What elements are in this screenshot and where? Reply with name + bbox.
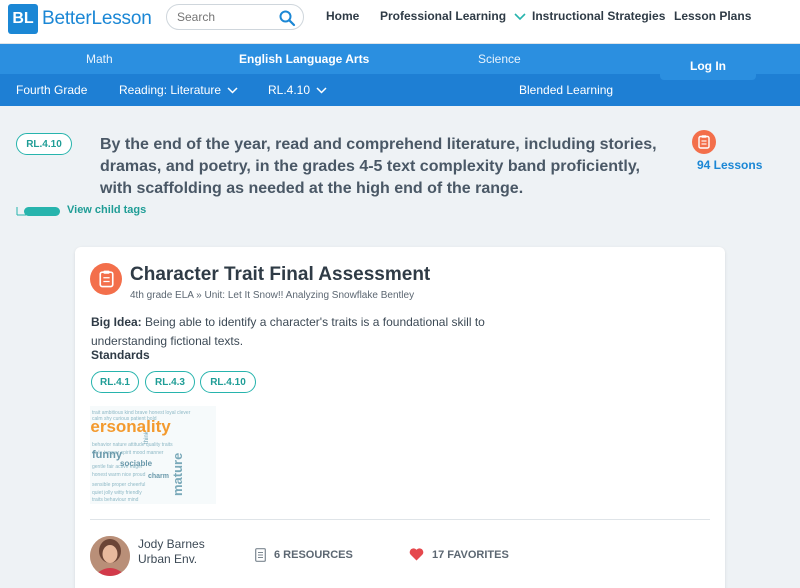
- search-box: [166, 4, 304, 30]
- nav-professional-learning[interactable]: Professional Learning: [380, 9, 526, 23]
- svg-text:behavior nature attitude quali: behavior nature attitude quality traits: [92, 442, 173, 448]
- subject-ela[interactable]: English Language Arts: [239, 52, 369, 66]
- crumb-standard-label: RL.4.10: [268, 83, 311, 97]
- favorites-count[interactable]: 17 FAVORITES: [409, 548, 509, 561]
- login-button[interactable]: Log In: [660, 44, 756, 80]
- document-icon: [255, 548, 266, 562]
- lesson-thumbnail[interactable]: trait ambitious kind brave honest loyal …: [90, 406, 216, 504]
- nav-home[interactable]: Home: [326, 9, 359, 23]
- toggle-switch-icon[interactable]: [16, 205, 60, 217]
- search-input[interactable]: [177, 10, 277, 24]
- crumb-grade[interactable]: Fourth Grade: [16, 83, 87, 97]
- lesson-icon: [692, 130, 716, 154]
- search-icon[interactable]: [278, 9, 296, 27]
- chevron-down-icon: [514, 13, 526, 20]
- big-idea-label: Big Idea:: [91, 315, 142, 329]
- standard-pill[interactable]: RL.4.10: [200, 371, 256, 393]
- svg-text:quiet jolly witty friendly: quiet jolly witty friendly: [92, 490, 142, 496]
- standards-label: Standards: [91, 348, 150, 362]
- top-navbar: BL BetterLesson Home Professional Learni…: [0, 0, 800, 44]
- lesson-subtitle: 4th grade ELA » Unit: Let It Snow!! Anal…: [130, 290, 415, 301]
- favorites-label: 17 FAVORITES: [432, 548, 509, 561]
- crumb-strand-label: Reading: Literature: [119, 83, 222, 97]
- svg-text:sensible proper cheerful: sensible proper cheerful: [92, 482, 145, 488]
- standard-tag[interactable]: RL.4.10: [16, 133, 72, 155]
- svg-text:sociable: sociable: [120, 459, 153, 468]
- crumb-strand[interactable]: Reading: Literature: [119, 83, 238, 97]
- logo-text: BetterLesson: [42, 8, 152, 29]
- heart-icon: [409, 548, 424, 561]
- big-idea-text: Being able to identify a character's tra…: [91, 315, 485, 348]
- subject-science[interactable]: Science: [478, 52, 521, 66]
- svg-text:charm: charm: [148, 473, 169, 480]
- standard-pill[interactable]: RL.4.3: [145, 371, 195, 393]
- standard-pill[interactable]: RL.4.1: [91, 371, 139, 393]
- subject-math[interactable]: Math: [86, 52, 113, 66]
- author-info: Jody Barnes Urban Env.: [138, 537, 205, 567]
- resources-label: 6 RESOURCES: [274, 549, 353, 561]
- chevron-down-icon: [316, 86, 327, 94]
- crumb-standard[interactable]: RL.4.10: [268, 83, 327, 97]
- thumbnail-word: personality: [90, 417, 171, 436]
- svg-text:mature: mature: [170, 453, 185, 496]
- chevron-down-icon: [227, 86, 238, 94]
- nav-lesson-plans[interactable]: Lesson Plans: [674, 9, 751, 23]
- author-name[interactable]: Jody Barnes: [138, 537, 205, 552]
- big-idea: Big Idea: Being able to identify a chara…: [91, 313, 531, 351]
- nav-instructional-strategies[interactable]: Instructional Strategies: [532, 9, 665, 23]
- standard-description: By the end of the year, read and compreh…: [100, 136, 657, 197]
- svg-text:funny: funny: [92, 449, 123, 461]
- nav-professional-learning-label: Professional Learning: [380, 9, 507, 23]
- lesson-icon: [90, 263, 122, 295]
- brand-logo[interactable]: BL BetterLesson: [8, 4, 152, 34]
- logo-mark: BL: [8, 4, 38, 34]
- resources-count[interactable]: 6 RESOURCES: [255, 548, 353, 562]
- svg-text:traits behaviour mind: traits behaviour mind: [92, 497, 139, 503]
- author-school: Urban Env.: [138, 552, 198, 566]
- lessons-count[interactable]: 94 Lessons: [697, 158, 762, 172]
- svg-text:honest warm nice proud: honest warm nice proud: [92, 472, 146, 478]
- avatar[interactable]: [90, 536, 130, 576]
- lesson-title[interactable]: Character Trait Final Assessment: [130, 264, 430, 286]
- view-child-tags-link[interactable]: View child tags: [67, 204, 146, 216]
- crumb-blended-learning[interactable]: Blended Learning: [519, 83, 613, 97]
- card-divider: [90, 519, 710, 520]
